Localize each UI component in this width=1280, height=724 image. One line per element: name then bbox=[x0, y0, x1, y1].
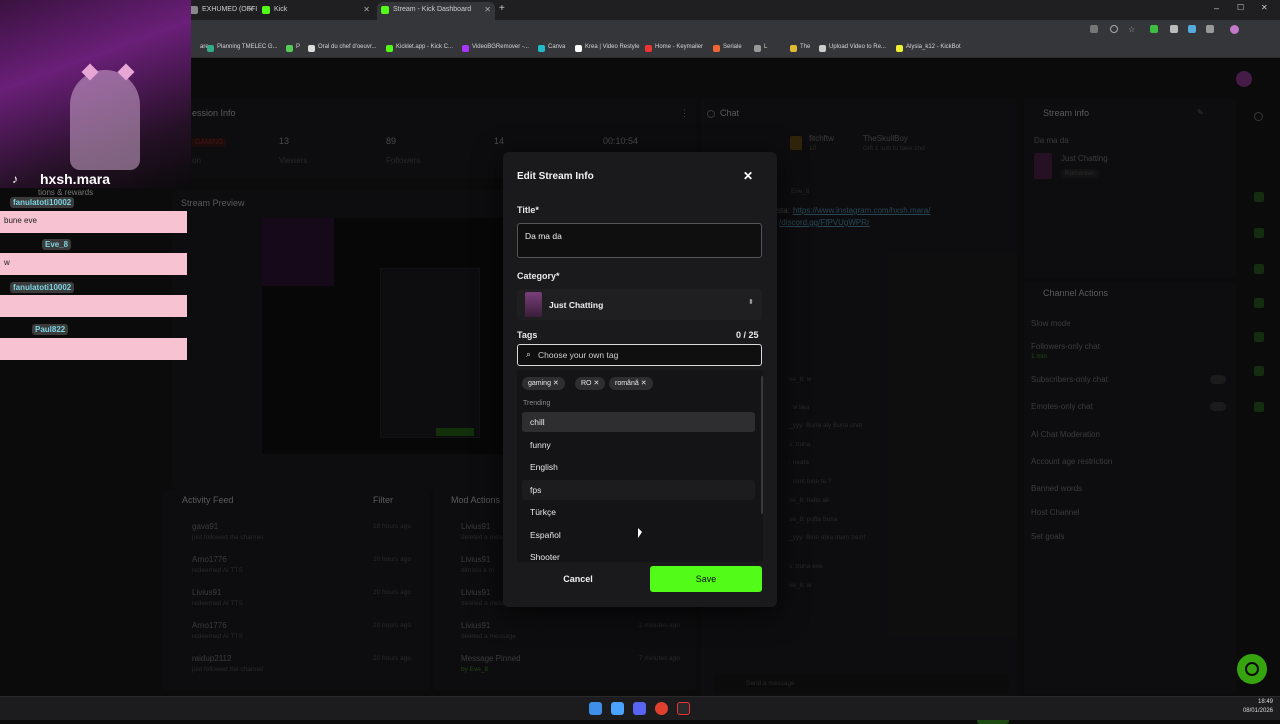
close-icon[interactable]: ✕ bbox=[743, 169, 753, 183]
close-icon[interactable]: ✕ bbox=[363, 2, 370, 18]
bookmark[interactable]: Alysia_k12 - KickBot bbox=[896, 44, 961, 52]
title-input[interactable]: Da ma da bbox=[517, 223, 762, 258]
bookmark[interactable]: The bbox=[790, 44, 810, 52]
tag-option[interactable]: Türkçe bbox=[522, 502, 755, 522]
clock-time: 18:49 bbox=[1257, 699, 1273, 705]
browser-tab-active[interactable]: Stream - Kick Dashboard ✕ bbox=[377, 2, 495, 20]
remove-tag-icon[interactable]: ✕ bbox=[641, 380, 647, 387]
tiktok-chat-text: bune eve bbox=[4, 216, 37, 225]
extension-icons: ☆ bbox=[1090, 25, 1250, 35]
mouse-cursor-icon bbox=[638, 528, 642, 538]
tiktok-chat-text: w bbox=[4, 258, 10, 267]
bookmark[interactable]: Home - Keymailer bbox=[645, 44, 703, 52]
kick-favicon-icon bbox=[262, 6, 270, 14]
tag-chip[interactable]: RO ✕ bbox=[575, 377, 606, 390]
tag-option[interactable]: English bbox=[522, 457, 755, 477]
maximize-icon[interactable]: ☐ bbox=[1237, 3, 1244, 12]
tiktok-username: hxsh.mara bbox=[40, 171, 111, 187]
tiktok-chat-user: fanulatoti10002 bbox=[10, 197, 75, 208]
bookmark[interactable]: Seriale bbox=[713, 44, 742, 52]
clock-date: 08/01/2026 bbox=[1242, 708, 1273, 714]
tiktok-chat-user: Eve_8 bbox=[42, 239, 72, 250]
tiktok-chat-message bbox=[0, 338, 187, 360]
bookmark[interactable]: VideoBGRemover -... bbox=[462, 44, 529, 52]
tags-count: 0 / 25 bbox=[736, 330, 759, 340]
tab-favicon-icon bbox=[190, 6, 198, 14]
bookmark[interactable]: Planning TMELEC G... bbox=[207, 44, 278, 52]
bookmark[interactable]: Kicklet.app - Kick C... bbox=[386, 44, 453, 52]
bookmark[interactable]: P bbox=[286, 44, 300, 52]
tiktok-chat-message bbox=[0, 253, 187, 275]
bookmark[interactable]: L bbox=[754, 44, 767, 52]
browser-tab-bar: EXHUMED (OFFI ✕ Kick ✕ Stream - Kick Dashb… bbox=[0, 0, 1280, 20]
tiktok-chat-user: fanulatoti10002 bbox=[10, 282, 75, 293]
browser-tab[interactable]: Kick ✕ bbox=[258, 2, 374, 20]
new-tab-icon[interactable]: + bbox=[499, 3, 505, 14]
cancel-button[interactable]: Cancel bbox=[517, 566, 639, 592]
bookmark[interactable]: Upload Video to Re... bbox=[819, 44, 886, 52]
bookmark[interactable]: are bbox=[190, 44, 209, 50]
category-select[interactable]: Just Chatting ⬍ bbox=[517, 289, 762, 320]
remove-tag-icon[interactable]: ✕ bbox=[593, 380, 599, 387]
bookmark[interactable]: Oral du chef d'oeuvr... bbox=[308, 44, 377, 52]
windows-start-icon[interactable] bbox=[589, 702, 602, 715]
discord-icon[interactable] bbox=[633, 702, 646, 715]
remove-tag-icon[interactable]: ✕ bbox=[553, 380, 559, 387]
category-value: Just Chatting bbox=[549, 300, 604, 310]
scrollbar[interactable] bbox=[761, 376, 763, 514]
taskbar: 18:49 08/01/2026 bbox=[0, 696, 1280, 720]
tag-option[interactable]: chill bbox=[522, 412, 755, 432]
tiktok-subtext: tions & rewards bbox=[38, 188, 94, 197]
bookmark[interactable]: Canva bbox=[538, 44, 565, 52]
tiktok-chat-user: Paul822 bbox=[32, 324, 69, 335]
tag-chip-label: RO bbox=[581, 380, 592, 387]
tag-chip[interactable]: română ✕ bbox=[609, 377, 653, 390]
tiktok-icon: ♪ bbox=[12, 172, 18, 186]
edit-stream-info-modal: Edit Stream Info ✕ Title* Da ma da Categ… bbox=[503, 152, 777, 607]
window-close-icon[interactable]: ✕ bbox=[1261, 3, 1268, 12]
tag-chip-label: gaming bbox=[528, 380, 551, 387]
tag-option[interactable]: Shooter bbox=[522, 547, 755, 562]
bookmarks-bar: are Planning TMELEC G... P Oral du chef … bbox=[0, 42, 1280, 58]
minimize-icon[interactable]: – bbox=[1214, 3, 1219, 13]
modal-title: Edit Stream Info bbox=[517, 171, 594, 182]
search-icon[interactable] bbox=[611, 702, 624, 715]
tag-search-placeholder: Choose your own tag bbox=[538, 350, 619, 360]
chrome-icon[interactable] bbox=[655, 702, 668, 715]
kick-favicon-icon bbox=[381, 6, 389, 14]
chevron-updown-icon: ⬍ bbox=[748, 299, 754, 306]
title-input-value: Da ma da bbox=[525, 231, 562, 241]
search-icon: ⌕ bbox=[526, 349, 532, 359]
bookmark[interactable]: Krea | Video Restyle bbox=[575, 44, 639, 52]
title-label: Title* bbox=[517, 205, 539, 215]
trending-label: Trending bbox=[523, 400, 551, 407]
tags-label: Tags bbox=[517, 330, 538, 340]
category-label: Category* bbox=[517, 271, 560, 281]
close-icon[interactable]: ✕ bbox=[247, 2, 254, 18]
tag-chip-label: română bbox=[615, 380, 639, 387]
streamer-figure bbox=[70, 70, 140, 170]
address-bar[interactable]: ☆ bbox=[0, 20, 1280, 42]
tiktok-chat-message bbox=[0, 295, 187, 317]
tag-chip[interactable]: gaming ✕ bbox=[522, 377, 565, 390]
tag-option[interactable]: funny bbox=[522, 435, 755, 455]
browser-tab[interactable]: EXHUMED (OFFI ✕ bbox=[186, 2, 258, 20]
app-icon[interactable] bbox=[677, 702, 690, 715]
tag-search-input[interactable]: ⌕ Choose your own tag bbox=[517, 344, 762, 366]
tag-option[interactable]: fps bbox=[522, 480, 755, 500]
category-thumbnail bbox=[525, 292, 542, 317]
close-icon[interactable]: ✕ bbox=[484, 2, 491, 18]
webcam-overlay bbox=[0, 0, 191, 188]
save-button[interactable]: Save bbox=[650, 566, 762, 592]
